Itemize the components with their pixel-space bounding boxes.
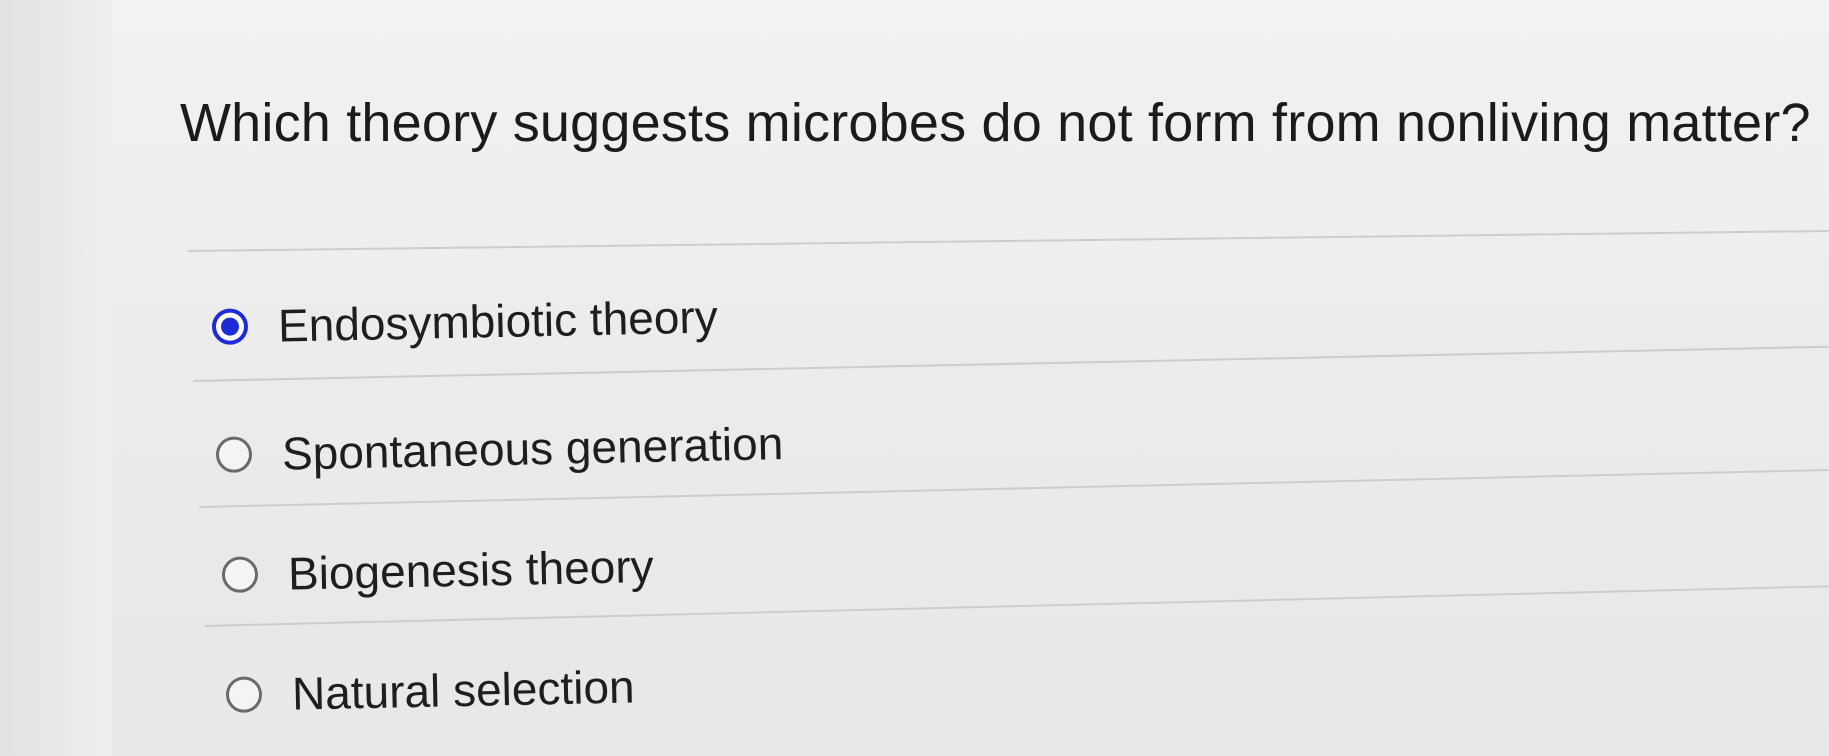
radio-selected-icon[interactable] bbox=[211, 308, 249, 345]
answer-option-label: Spontaneous generation bbox=[281, 417, 784, 480]
answer-option-biogenesis[interactable]: Biogenesis theory bbox=[221, 539, 654, 602]
left-margin bbox=[0, 0, 113, 756]
radio-unselected-icon[interactable] bbox=[225, 676, 263, 713]
answer-option-label: Natural selection bbox=[291, 660, 636, 720]
radio-unselected-icon[interactable] bbox=[215, 436, 253, 473]
radio-unselected-icon[interactable] bbox=[221, 556, 259, 593]
answer-option-endosymbiotic[interactable]: Endosymbiotic theory bbox=[211, 289, 718, 354]
answer-option-label: Biogenesis theory bbox=[287, 539, 655, 600]
answer-option-label: Endosymbiotic theory bbox=[277, 290, 719, 352]
question-text: Which theory suggests microbes do not fo… bbox=[180, 93, 1811, 153]
answer-option-natural-selection[interactable]: Natural selection bbox=[225, 659, 635, 722]
